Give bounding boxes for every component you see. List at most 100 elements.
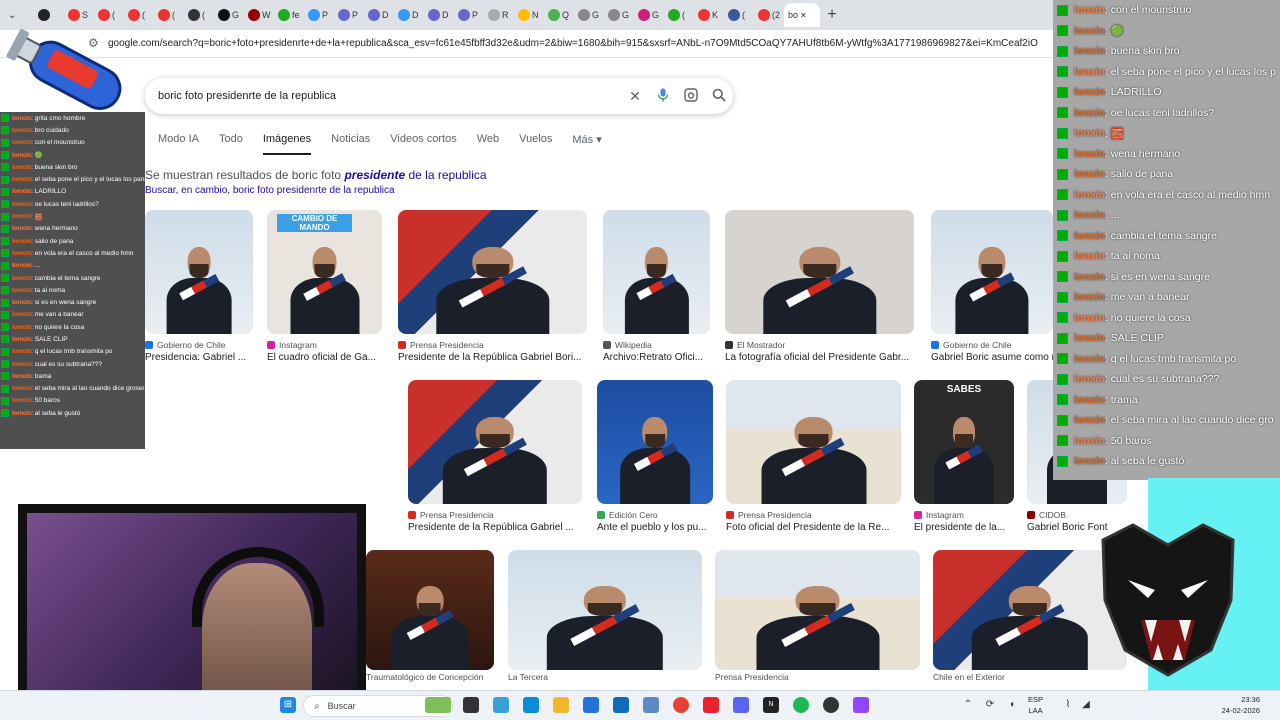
- result-thumbnail[interactable]: [597, 380, 713, 504]
- browser-tab[interactable]: fe: [274, 3, 304, 27]
- browser-tab[interactable]: G: [604, 3, 634, 27]
- tab-modo-ia[interactable]: Modo IA: [158, 133, 199, 155]
- result-title[interactable]: La fotografía oficial del Presidente Gab…: [725, 352, 914, 363]
- tray-chevron-icon[interactable]: ⌃: [960, 697, 976, 713]
- browser-tab[interactable]: W: [244, 3, 274, 27]
- result-thumbnail[interactable]: [508, 550, 702, 670]
- result-title[interactable]: Presidente de la República Gabriel Bori.…: [398, 352, 587, 363]
- result-thumbnail[interactable]: CAMBIO DE MANDO: [267, 210, 382, 334]
- lens-icon[interactable]: [677, 87, 705, 105]
- result-thumbnail[interactable]: [603, 210, 710, 334]
- result-thumbnail[interactable]: [398, 210, 587, 334]
- result-title[interactable]: Presidente de la República Gabriel ...: [408, 522, 582, 533]
- browser-tab[interactable]: (: [184, 3, 214, 27]
- outlook-icon[interactable]: [613, 697, 629, 713]
- file-explorer-icon[interactable]: [553, 697, 569, 713]
- store-icon[interactable]: [583, 697, 599, 713]
- clear-icon[interactable]: ✕: [621, 88, 649, 105]
- search-box[interactable]: boric foto presidenrte de la republica ✕: [145, 78, 733, 114]
- tab-más-[interactable]: Más ▾: [572, 133, 601, 155]
- browser-tab[interactable]: P: [304, 3, 334, 27]
- next-app-icon[interactable]: N: [763, 697, 779, 713]
- browser-tab[interactable]: (2: [754, 3, 784, 27]
- clock[interactable]: 23:36 24-02-2026: [1222, 694, 1260, 716]
- search-instead-link[interactable]: Buscar, en cambio, boric foto presidenrt…: [145, 185, 487, 196]
- browser-tab[interactable]: (: [664, 3, 694, 27]
- browser-tab[interactable]: Q: [544, 3, 574, 27]
- volume-icon[interactable]: ◖: [1004, 697, 1020, 713]
- result-title[interactable]: El cuadro oficial de Ga...: [267, 352, 382, 363]
- result-thumbnail[interactable]: [408, 380, 582, 504]
- tab-web[interactable]: Web: [477, 133, 499, 155]
- image-result[interactable]: Traumatológico de Concepción: [366, 550, 494, 682]
- tab-todo[interactable]: Todo: [219, 133, 243, 155]
- browser-tab[interactable]: R: [484, 3, 514, 27]
- browser-tab[interactable]: D: [364, 3, 394, 27]
- result-thumbnail[interactable]: [725, 210, 914, 334]
- browser-tab[interactable]: G: [574, 3, 604, 27]
- corrected-query-link[interactable]: presidente de la republica: [344, 168, 486, 182]
- image-result[interactable]: Edición Cero Ante el pueblo y los pu...: [597, 380, 713, 533]
- browser-tab[interactable]: (: [724, 3, 754, 27]
- image-result[interactable]: Prensa Presidencia Presidente de la Repúb…: [408, 380, 582, 533]
- tab-videos-cortos[interactable]: Videos cortos: [390, 133, 456, 155]
- result-thumbnail[interactable]: [726, 380, 901, 504]
- image-result[interactable]: Gobierno de Chile Presidencia: Gabriel ..…: [145, 210, 253, 363]
- browser-tab[interactable]: (: [154, 3, 184, 27]
- result-title[interactable]: Gabriel Boric asume como nuevo Presid...: [931, 352, 1053, 363]
- phone-link-icon[interactable]: [643, 697, 659, 713]
- tab-imágenes[interactable]: Imágenes: [262, 133, 312, 155]
- windows-start-icon[interactable]: ⊞: [280, 697, 296, 713]
- chrome-icon[interactable]: [673, 697, 689, 713]
- browser-tab[interactable]: G: [214, 3, 244, 27]
- wifi-icon[interactable]: ⌇: [1060, 697, 1076, 713]
- language-indicator[interactable]: ESP LAA: [1028, 694, 1043, 716]
- browser-tab[interactable]: G: [634, 3, 664, 27]
- twitch-icon[interactable]: [853, 697, 869, 713]
- browser-tab[interactable]: P: [334, 3, 364, 27]
- tab-noticias[interactable]: Noticias: [331, 133, 370, 155]
- image-result[interactable]: Prensa Presidencia Foto oficial del Presi…: [726, 380, 901, 533]
- result-thumbnail[interactable]: [145, 210, 253, 334]
- edge-icon[interactable]: [523, 697, 539, 713]
- obs-icon[interactable]: [823, 697, 839, 713]
- image-result[interactable]: Prensa Presidencia Presidente de la Repúb…: [398, 210, 587, 363]
- browser-tab[interactable]: D: [394, 3, 424, 27]
- browser-tab[interactable]: D: [424, 3, 454, 27]
- active-browser-tab[interactable]: bo ✕: [784, 3, 820, 27]
- image-result[interactable]: CAMBIO DE MANDO Instagram El cuadro oficia…: [267, 210, 382, 363]
- discord-icon[interactable]: [733, 697, 749, 713]
- result-title[interactable]: El presidente de la...: [914, 522, 1014, 533]
- image-result[interactable]: Wikipedia Archivo:Retrato Ofici...: [603, 210, 710, 363]
- result-thumbnail[interactable]: [366, 550, 494, 670]
- result-title[interactable]: Archivo:Retrato Ofici...: [603, 352, 710, 363]
- task-view-icon[interactable]: [463, 697, 479, 713]
- browser-tab[interactable]: P: [454, 3, 484, 27]
- spotify-icon[interactable]: [793, 697, 809, 713]
- result-thumbnail[interactable]: [931, 210, 1053, 334]
- result-title[interactable]: Presidencia: Gabriel ...: [145, 352, 253, 363]
- new-tab-button[interactable]: +: [820, 6, 844, 24]
- image-result[interactable]: SABES Instagram El presidente de la...: [914, 380, 1014, 533]
- image-result[interactable]: Prensa Presidencia: [715, 550, 920, 682]
- widget-icon[interactable]: [425, 697, 451, 713]
- close-tab-icon[interactable]: ✕: [800, 11, 807, 20]
- search-icon[interactable]: [705, 88, 733, 105]
- image-result[interactable]: El Mostrador La fotografía oficial del Pr…: [725, 210, 914, 363]
- heart-app-icon[interactable]: [703, 697, 719, 713]
- result-thumbnail[interactable]: [715, 550, 920, 670]
- tab-vuelos[interactable]: Vuelos: [519, 133, 552, 155]
- browser-tab[interactable]: K: [694, 3, 724, 27]
- result-title[interactable]: Foto oficial del Presidente de la Re...: [726, 522, 901, 533]
- image-result[interactable]: Gobierno de Chile Gabriel Boric asume com…: [931, 210, 1053, 363]
- image-result[interactable]: La Tercera: [508, 550, 702, 682]
- copilot-icon[interactable]: [493, 697, 509, 713]
- search-input[interactable]: boric foto presidenrte de la republica: [158, 90, 621, 102]
- network-icon[interactable]: ⟳: [982, 697, 998, 713]
- speaker-icon[interactable]: ◢: [1078, 697, 1094, 713]
- result-thumbnail[interactable]: SABES: [914, 380, 1014, 504]
- result-title[interactable]: Ante el pueblo y los pu...: [597, 522, 713, 533]
- browser-tab[interactable]: N: [514, 3, 544, 27]
- address-bar[interactable]: ⚙ google.com/search?q=boric+foto+preside…: [0, 30, 1055, 58]
- microphone-icon[interactable]: [649, 88, 677, 105]
